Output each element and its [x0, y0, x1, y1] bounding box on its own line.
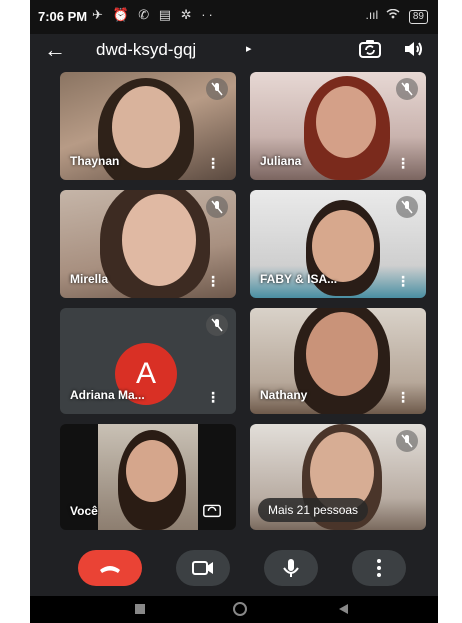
- signal-icon: .ııl: [365, 8, 379, 22]
- participant-face: [316, 86, 376, 158]
- mic-off-icon: [206, 78, 228, 100]
- participant-face: [126, 440, 178, 502]
- switch-camera-icon[interactable]: [202, 500, 222, 520]
- meeting-code[interactable]: dwd-ksyd-gqj: [96, 40, 196, 60]
- status-bar: 7:06 PM ✈ ⏰ ✆ ▤ ✲ ·· .ııl 89: [30, 0, 438, 34]
- participant-face: [306, 312, 378, 396]
- participant-tile[interactable]: Thaynan ⋮: [60, 72, 236, 180]
- participant-name: Juliana: [260, 154, 302, 168]
- phone-screen: 7:06 PM ✈ ⏰ ✆ ▤ ✲ ·· .ııl 89 ← dwd-ksyd-…: [30, 0, 438, 623]
- notification-icons: ✈ ⏰ ✆ ▤ ✲ ··: [92, 7, 216, 22]
- more-vertical-icon[interactable]: ⋮: [206, 156, 220, 170]
- mic-off-icon: [396, 196, 418, 218]
- camera-button[interactable]: [176, 550, 230, 586]
- more-vertical-icon[interactable]: ⋮: [396, 156, 410, 170]
- self-view-tile[interactable]: Você: [60, 424, 236, 530]
- participant-tile[interactable]: FABY & ISA... ⋮: [250, 190, 426, 298]
- meeting-header: ← dwd-ksyd-gqj ▸: [30, 34, 438, 66]
- mic-off-icon: [396, 78, 418, 100]
- participant-name: Thaynan: [70, 154, 120, 168]
- status-time: 7:06 PM: [38, 9, 88, 24]
- meeting-info-caret[interactable]: ▸: [246, 42, 252, 55]
- speaker-icon[interactable]: [402, 37, 426, 61]
- participant-tile[interactable]: Mais 21 pessoas: [250, 424, 426, 530]
- arrow-left-icon[interactable]: ←: [44, 37, 66, 63]
- wifi-icon: [386, 8, 400, 19]
- status-right: .ııl 89: [366, 8, 428, 24]
- video-camera-icon: [192, 561, 213, 575]
- call-controls: [30, 538, 438, 596]
- participant-face: [122, 194, 196, 286]
- more-options-button[interactable]: [352, 550, 406, 586]
- participant-name: Mirella: [70, 272, 109, 286]
- participant-name: Nathany: [260, 388, 308, 402]
- participant-tile[interactable]: Juliana ⋮: [250, 72, 426, 180]
- participant-tile[interactable]: Mirella ⋮: [60, 190, 236, 298]
- home-icon[interactable]: [232, 601, 248, 617]
- participant-name: Adriana Ma...: [70, 388, 145, 402]
- mic-off-icon: [206, 314, 228, 336]
- more-vertical-icon[interactable]: ⋮: [396, 274, 410, 288]
- more-people-button[interactable]: Mais 21 pessoas: [258, 498, 369, 522]
- system-nav-bar: [30, 596, 438, 623]
- end-call-button[interactable]: [78, 550, 142, 586]
- more-vertical-icon[interactable]: ⋮: [206, 274, 220, 288]
- participant-name: FABY & ISA...: [260, 272, 338, 286]
- mic-off-icon: [206, 196, 228, 218]
- participant-name: Você: [70, 504, 98, 518]
- more-vertical-icon[interactable]: ⋮: [396, 390, 410, 404]
- microphone-icon: [283, 559, 299, 577]
- hang-up-icon: [100, 566, 120, 573]
- battery-indicator: 89: [408, 10, 428, 24]
- switch-camera-icon[interactable]: [358, 37, 382, 61]
- mic-off-icon: [396, 430, 418, 452]
- participant-face: [112, 86, 180, 168]
- back-nav-icon[interactable]: [336, 602, 350, 616]
- participant-tile[interactable]: Nathany ⋮: [250, 308, 426, 414]
- more-vertical-icon[interactable]: ⋮: [206, 390, 220, 404]
- participant-tile[interactable]: A Adriana Ma... ⋮: [60, 308, 236, 414]
- more-vertical-icon: [377, 559, 381, 577]
- recent-apps-icon[interactable]: [133, 602, 147, 616]
- microphone-button[interactable]: [264, 550, 318, 586]
